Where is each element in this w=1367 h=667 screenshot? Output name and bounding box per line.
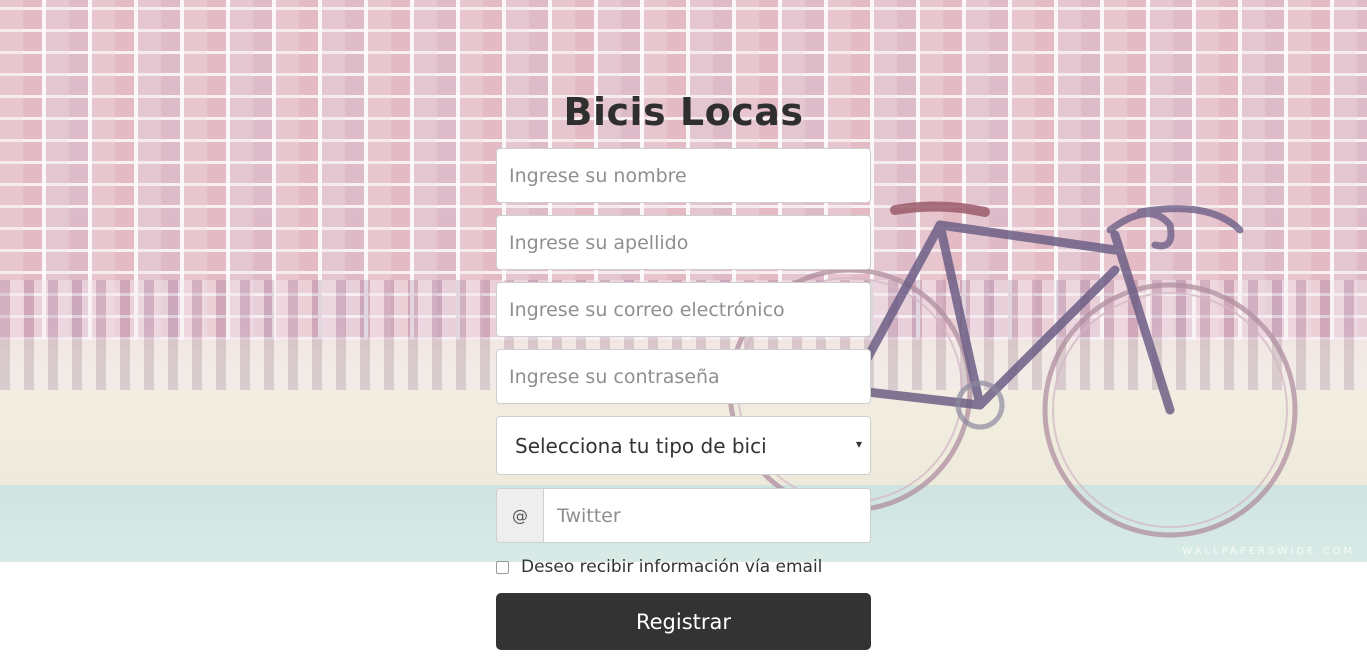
bike-type-selected-value: Selecciona tu tipo de bici — [515, 433, 767, 458]
twitter-input[interactable] — [544, 489, 870, 542]
newsletter-option[interactable]: Deseo recibir información vía email — [496, 556, 822, 578]
watermark-text: WALLPAPERSWIDE.COM — [1182, 546, 1355, 557]
at-sign-addon: @ — [497, 489, 544, 542]
name-input[interactable] — [496, 148, 871, 203]
chevron-down-icon: ▾ — [855, 437, 862, 451]
email-input[interactable] — [496, 282, 871, 337]
bike-type-select[interactable]: Selecciona tu tipo de bici ▾ — [496, 416, 871, 475]
page-title: Bicis Locas — [563, 90, 804, 134]
newsletter-checkbox[interactable] — [496, 560, 509, 574]
newsletter-label: Deseo recibir información vía email — [521, 557, 823, 577]
password-input[interactable] — [496, 349, 871, 404]
twitter-input-group: @ — [496, 488, 871, 543]
background-photo: WALLPAPERSWIDE.COM — [0, 0, 1367, 562]
register-button[interactable]: Registrar — [496, 593, 871, 650]
lastname-input[interactable] — [496, 215, 871, 270]
